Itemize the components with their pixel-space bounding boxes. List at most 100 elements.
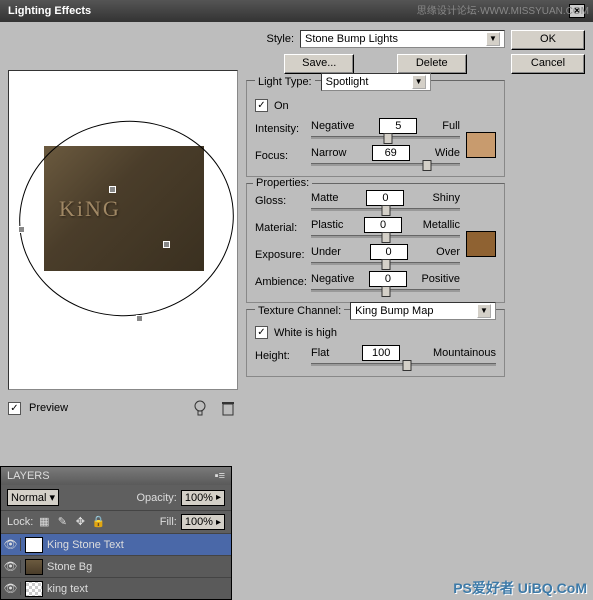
watermark-bottom: PS爱好者 UiBQ.CoM xyxy=(453,578,587,598)
slider-thumb[interactable] xyxy=(403,360,412,371)
slider-thumb[interactable] xyxy=(384,133,393,144)
slider-right-label: Shiny xyxy=(432,192,460,204)
light-handle[interactable] xyxy=(18,226,25,233)
preview-label: Preview xyxy=(29,402,68,414)
style-select[interactable]: Stone Bump Lights ▼ xyxy=(300,30,505,48)
ambience-slider[interactable] xyxy=(311,289,460,292)
slider-right-label: Wide xyxy=(435,147,460,159)
layer-thumbnail xyxy=(25,581,43,597)
ok-button[interactable]: OK xyxy=(511,30,585,50)
light-type-value: Spotlight xyxy=(326,76,369,88)
intensity-slider[interactable] xyxy=(311,136,460,139)
slider-left-label: Narrow xyxy=(311,147,346,159)
slider-left-label: Negative xyxy=(311,120,354,132)
light-handle[interactable] xyxy=(163,241,170,248)
focus-slider[interactable] xyxy=(311,163,460,166)
layer-row[interactable]: 👁 King Stone Text xyxy=(1,533,231,555)
preview-checkbox[interactable] xyxy=(8,402,21,415)
light-color-swatch[interactable] xyxy=(466,132,496,158)
lightbulb-icon[interactable] xyxy=(190,398,210,418)
gloss-value[interactable]: 0 xyxy=(366,190,404,206)
lock-transparent-icon[interactable]: ▦ xyxy=(37,515,51,529)
chevron-down-icon: ▼ xyxy=(486,32,500,46)
trash-icon[interactable] xyxy=(218,398,238,418)
layer-name: King Stone Text xyxy=(47,539,124,551)
chevron-down-icon: ▼ xyxy=(412,75,426,89)
slider-thumb[interactable] xyxy=(381,232,390,243)
ambience-value[interactable]: 0 xyxy=(369,271,407,287)
focus-value[interactable]: 69 xyxy=(372,145,410,161)
preview-canvas[interactable]: KiNG xyxy=(8,70,238,390)
opacity-input[interactable]: 100% ▸ xyxy=(181,490,225,506)
height-slider[interactable] xyxy=(311,363,496,366)
slider-thumb[interactable] xyxy=(381,286,390,297)
gloss-label: Gloss: xyxy=(255,195,307,207)
slider-thumb[interactable] xyxy=(381,259,390,270)
watermark-top: 思缘设计论坛·WWW.MISSYUAN.COM xyxy=(417,2,589,17)
chevron-down-icon: ▼ xyxy=(477,304,491,318)
focus-label: Focus: xyxy=(255,150,307,162)
exposure-slider[interactable] xyxy=(311,262,460,265)
preview-sample-text: KiNG xyxy=(59,196,121,222)
white-high-label: White is high xyxy=(274,327,337,339)
panel-menu-icon[interactable]: ▪≡ xyxy=(215,470,225,482)
intensity-value[interactable]: 5 xyxy=(379,118,417,134)
blend-mode-select[interactable]: Normal ▾ xyxy=(7,489,59,506)
slider-right-label: Full xyxy=(442,120,460,132)
material-label: Material: xyxy=(255,222,307,234)
slider-right-label: Positive xyxy=(421,273,460,285)
fill-label: Fill: xyxy=(160,516,177,528)
slider-left-label: Plastic xyxy=(311,219,343,231)
lock-paint-icon[interactable]: ✎ xyxy=(55,515,69,529)
layer-thumbnail xyxy=(25,537,43,553)
dialog-title: Lighting Effects xyxy=(8,5,91,17)
layer-name: Stone Bg xyxy=(47,561,92,573)
fill-input[interactable]: 100% ▸ xyxy=(181,514,225,530)
cancel-button[interactable]: Cancel xyxy=(511,54,585,74)
style-label: Style: xyxy=(246,33,294,45)
opacity-label: Opacity: xyxy=(136,492,176,504)
save-button[interactable]: Save... xyxy=(284,54,354,74)
height-label: Height: xyxy=(255,350,307,362)
white-high-checkbox[interactable] xyxy=(255,326,268,339)
delete-button[interactable]: Delete xyxy=(397,54,467,74)
slider-right-label: Metallic xyxy=(423,219,460,231)
intensity-label: Intensity: xyxy=(255,123,307,135)
exposure-value[interactable]: 0 xyxy=(370,244,408,260)
slider-left-label: Matte xyxy=(311,192,339,204)
material-value[interactable]: 0 xyxy=(364,217,402,233)
slider-right-label: Mountainous xyxy=(433,347,496,359)
light-type-select[interactable]: Spotlight ▼ xyxy=(321,73,431,91)
properties-group: Properties: Gloss:Matte0Shiny Material:P… xyxy=(246,183,505,303)
texture-channel-label: Texture Channel: xyxy=(255,305,344,317)
fill-value: 100% xyxy=(185,516,213,528)
visibility-icon[interactable]: 👁 xyxy=(1,560,21,573)
on-label: On xyxy=(274,100,289,112)
height-value[interactable]: 100 xyxy=(362,345,400,361)
light-center-handle[interactable] xyxy=(109,186,116,193)
slider-thumb[interactable] xyxy=(423,160,432,171)
on-checkbox[interactable] xyxy=(255,99,268,112)
material-slider[interactable] xyxy=(311,235,460,238)
visibility-icon[interactable]: 👁 xyxy=(1,582,21,595)
layer-row[interactable]: 👁king text xyxy=(1,577,231,599)
light-type-group: Light Type: Spotlight ▼ On Intensity: xyxy=(246,80,505,177)
properties-legend: Properties: xyxy=(253,177,312,189)
lock-move-icon[interactable]: ✥ xyxy=(73,515,87,529)
texture-group: Texture Channel: King Bump Map ▼ White i… xyxy=(246,309,505,377)
texture-channel-select[interactable]: King Bump Map ▼ xyxy=(350,302,496,320)
visibility-icon[interactable]: 👁 xyxy=(1,538,21,551)
light-handle[interactable] xyxy=(136,315,143,322)
lock-all-icon[interactable]: 🔒 xyxy=(91,515,105,529)
slider-left-label: Negative xyxy=(311,273,354,285)
exposure-label: Exposure: xyxy=(255,249,307,261)
slider-thumb[interactable] xyxy=(381,205,390,216)
gloss-slider[interactable] xyxy=(311,208,460,211)
light-type-label: Light Type: xyxy=(255,76,315,88)
texture-channel-value: King Bump Map xyxy=(355,305,433,317)
ambient-color-swatch[interactable] xyxy=(466,231,496,257)
slider-right-label: Over xyxy=(436,246,460,258)
layers-header[interactable]: LAYERS ▪≡ xyxy=(1,467,231,485)
ambience-label: Ambience: xyxy=(255,276,307,288)
layer-row[interactable]: 👁 Stone Bg xyxy=(1,555,231,577)
